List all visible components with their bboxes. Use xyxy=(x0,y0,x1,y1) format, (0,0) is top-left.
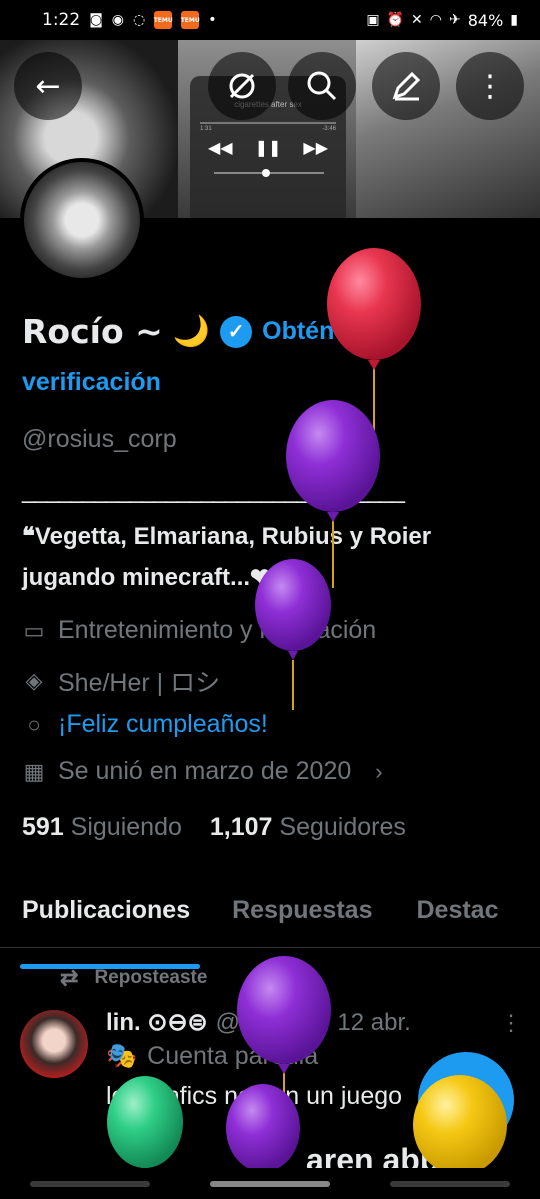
profile-birthday[interactable]: ○ ¡Feliz cumpleaños! xyxy=(22,710,268,739)
grok-icon xyxy=(229,73,255,99)
player-progress xyxy=(200,122,336,124)
get-verified-link-2[interactable]: verificación xyxy=(22,368,161,397)
location-text: She/Her | ロシ xyxy=(58,669,221,697)
pause-icon: ❚❚ xyxy=(254,140,282,157)
compose-post-button[interactable]: + xyxy=(418,1052,514,1148)
profile-name-line: Rocío ~ 🌙 ✓ Obtén la xyxy=(22,312,362,351)
plus-icon: + xyxy=(452,1074,480,1126)
edit-button[interactable] xyxy=(372,52,440,120)
more-vertical-icon: ⋮ xyxy=(475,68,505,104)
parody-label: 🎭 Cuenta parodia xyxy=(106,1042,318,1071)
discord-icon: ◉ xyxy=(111,12,124,28)
followers-count: 1,107 xyxy=(209,813,273,841)
tab-publicaciones[interactable]: Publicaciones xyxy=(0,880,212,969)
profile-name: Rocío ~ xyxy=(22,312,163,351)
arrow-left-icon: ← xyxy=(35,68,61,104)
status-bar: 1:22 ◙ ◉ ◌ TEMU TEMU • ▣ ⏰ ✕ ◠ ✈ 84% ▮ xyxy=(0,0,540,40)
system-nav-bar xyxy=(0,1168,540,1199)
search-button[interactable] xyxy=(288,52,356,120)
briefcase-icon: ▭ xyxy=(23,617,45,643)
back-button[interactable]: ← xyxy=(14,52,82,120)
followers-label: Seguidores xyxy=(279,813,406,841)
post-more-button[interactable]: ⋮ xyxy=(500,1010,522,1036)
post-author-avatar[interactable] xyxy=(20,1010,88,1078)
lock-icon: ▣ xyxy=(366,12,380,28)
edit-icon xyxy=(392,71,421,101)
tab-destacados[interactable]: Destac xyxy=(394,880,520,947)
profile-joined[interactable]: ▦ Se unió en marzo de 2020 › xyxy=(22,757,383,786)
post-header: lin. ⊙⊖⊜ @ninihys · 12 abr. xyxy=(106,1008,411,1037)
nav-home-button[interactable] xyxy=(210,1180,330,1187)
profile-category: ▭ Entretenimiento y recreación xyxy=(22,616,377,645)
following-label: Siguiendo xyxy=(70,813,182,841)
more-options-button[interactable]: ⋮ xyxy=(456,52,524,120)
repost-indicator: ⇄ Reposteaste xyxy=(60,965,207,991)
battery-icon: ▮ xyxy=(510,12,518,28)
profile-tabs: Publicaciones Respuestas Destac xyxy=(0,880,540,969)
nav-recents-button[interactable] xyxy=(30,1180,150,1187)
forward-icon: ▶▶ xyxy=(303,140,329,157)
notification-dot-icon: • xyxy=(208,12,217,28)
followers-link[interactable]: 1,107 Seguidores xyxy=(210,813,406,842)
rewind-icon: ◀◀ xyxy=(207,140,233,157)
chevron-right-icon: › xyxy=(375,758,383,784)
profile-location: ◈ She/Her | ロシ xyxy=(22,663,221,699)
balloon-icon: ○ xyxy=(27,711,41,737)
profile-handle: @rosius_corp xyxy=(22,425,177,453)
profile-bio: ❝Vegetta, Elmariana, Rubius y Roier juga… xyxy=(22,523,432,591)
parody-text: Cuenta parodia xyxy=(147,1042,319,1070)
alarm-icon: ⏰ xyxy=(386,12,405,28)
verified-badge-icon[interactable]: ✓ xyxy=(220,315,253,348)
post-author-name[interactable]: lin. ⊙⊖⊜ xyxy=(106,1008,208,1037)
search-icon xyxy=(307,71,337,101)
post-text: los fanfics no son un juego xyxy=(106,1082,403,1110)
following-count: 591 xyxy=(22,813,64,841)
wifi-icon: ◠ xyxy=(429,12,442,28)
profile-avatar[interactable] xyxy=(20,158,144,282)
status-time: 1:22 xyxy=(42,10,81,30)
parody-mask-icon: 🎭 xyxy=(106,1042,138,1070)
post-date: · 12 abr. xyxy=(322,1009,411,1036)
moon-emoji: 🌙 xyxy=(172,315,211,348)
nav-back-button[interactable] xyxy=(390,1180,510,1187)
get-verified-link[interactable]: Obtén la xyxy=(262,317,362,346)
birthday-text[interactable]: ¡Feliz cumpleaños! xyxy=(58,710,268,739)
player-volume xyxy=(214,169,324,177)
player-elapsed: 1:31 xyxy=(200,126,212,132)
repost-label: Reposteaste xyxy=(94,967,208,988)
player-remaining: -3:46 xyxy=(322,126,336,132)
temu-icon-2: TEMU xyxy=(181,11,200,29)
post-author-handle: @ninihys xyxy=(215,1009,315,1036)
follow-stats: 591 Siguiendo 1,107 Seguidores xyxy=(22,813,406,842)
bio-divider: ________________________________ xyxy=(22,476,405,504)
airplane-icon: ✈ xyxy=(448,12,461,28)
battery-level: 84% xyxy=(467,10,504,30)
grok-button[interactable] xyxy=(208,52,276,120)
following-link[interactable]: 591 Siguiendo xyxy=(22,813,182,842)
whatsapp-icon: ◌ xyxy=(133,12,146,28)
tab-respuestas[interactable]: Respuestas xyxy=(212,880,394,947)
instagram-icon: ◙ xyxy=(89,12,103,28)
calendar-icon: ▦ xyxy=(23,758,45,784)
joined-text: Se unió en marzo de 2020 xyxy=(58,757,352,785)
category-text: Entretenimiento y recreación xyxy=(58,616,377,644)
repost-icon: ⇄ xyxy=(60,965,79,990)
location-pin-icon: ◈ xyxy=(25,668,43,693)
temu-icon: TEMU xyxy=(154,11,173,29)
mute-icon: ✕ xyxy=(411,12,423,28)
